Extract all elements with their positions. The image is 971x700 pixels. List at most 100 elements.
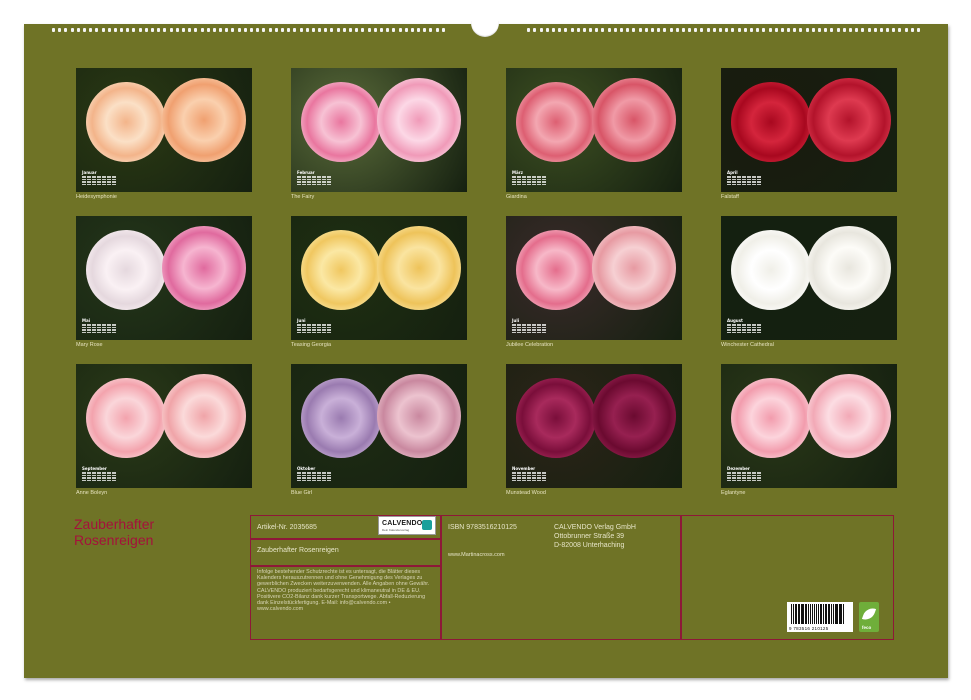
calendar-subtitle: Zauberhafter Rosenreigen	[257, 547, 339, 554]
binding-ring	[219, 28, 223, 32]
calendar-day	[307, 331, 311, 333]
binding-ring	[144, 28, 148, 32]
month-name: April	[727, 170, 738, 175]
calendar-day	[82, 477, 86, 479]
calendar-day	[732, 326, 736, 328]
calendar-day	[727, 472, 731, 474]
calendar-day	[757, 331, 761, 333]
rose-flower	[731, 82, 811, 162]
rose-flower	[162, 374, 246, 458]
mini-calendar: September	[82, 466, 116, 484]
calendar-day	[512, 326, 516, 328]
divider-4	[250, 565, 441, 567]
rose-caption: Mary Rose	[76, 342, 103, 348]
binding-ring	[873, 28, 877, 32]
binding-ring	[120, 28, 124, 32]
calendar-day	[757, 474, 761, 476]
calendar-day	[312, 479, 316, 481]
binding-ring	[293, 28, 297, 32]
binding-ring	[527, 28, 531, 32]
binding-ring	[330, 28, 334, 32]
calendar-day-grid	[297, 324, 331, 333]
binding-ring	[169, 28, 173, 32]
barcode-bar	[796, 604, 797, 624]
rose-caption: Heidesymphonie	[76, 194, 117, 200]
binding-ring	[638, 28, 642, 32]
calendar-day	[107, 324, 111, 326]
calendar-day	[322, 329, 326, 331]
barcode-number: 9 783516 210125	[789, 626, 829, 631]
calendar-day	[302, 331, 306, 333]
mini-calendar: Juni	[297, 318, 331, 336]
month-name: Oktober	[297, 466, 316, 471]
calendar-day	[102, 183, 106, 185]
calendar-day	[87, 331, 91, 333]
calendar-day	[522, 331, 526, 333]
calendar-day	[102, 477, 106, 479]
divider-1	[440, 515, 442, 640]
calendar-day	[527, 331, 531, 333]
binding-ring	[904, 28, 908, 32]
calendar-day	[92, 331, 96, 333]
calendar-day	[112, 477, 116, 479]
rose-caption: Winchester Cathedral	[721, 342, 774, 348]
barcode-bar	[807, 604, 809, 624]
calendar-day	[312, 183, 316, 185]
month-name: September	[82, 466, 107, 471]
calendar-day	[747, 181, 751, 183]
calendar-day	[757, 479, 761, 481]
calendar-day	[92, 472, 96, 474]
rose-flower	[301, 378, 381, 458]
binding-ring	[194, 28, 198, 32]
calendar-day	[102, 176, 106, 178]
calendar-day-grid	[727, 472, 761, 481]
binding-ring	[848, 28, 852, 32]
calendar-day	[297, 472, 301, 474]
binding-ring	[250, 28, 253, 32]
rose-flower	[86, 378, 166, 458]
binding-ring	[787, 28, 791, 32]
calendar-day	[517, 326, 521, 328]
rose-flower	[592, 374, 676, 458]
rose-flower	[86, 230, 166, 310]
calendar-day-grid	[82, 472, 116, 481]
calendar-day	[542, 326, 546, 328]
binding-ring	[545, 28, 549, 32]
binding-ring	[200, 28, 204, 32]
binding-ring	[898, 28, 902, 32]
calendar-day	[747, 326, 751, 328]
calendar-day	[542, 176, 546, 178]
binding-ring	[373, 28, 377, 32]
calendar-day	[537, 181, 541, 183]
calendar-day	[97, 176, 101, 178]
calendar-day	[302, 472, 306, 474]
calendar-day	[327, 477, 331, 479]
binding-ring	[582, 28, 586, 32]
calendar-day-grid	[512, 472, 546, 481]
calendar-day	[92, 329, 96, 331]
rose-caption: Falstaff	[721, 194, 739, 200]
calendar-day	[512, 324, 516, 326]
calendar-day	[747, 479, 751, 481]
binding-ring	[799, 28, 803, 32]
rose-flower	[592, 78, 676, 162]
rose-flower	[301, 82, 381, 162]
calendar-day	[732, 479, 736, 481]
month-thumbnail: Dezember	[721, 364, 897, 488]
calendar-day	[297, 183, 301, 185]
calendar-day	[747, 178, 751, 180]
calendar-day	[747, 477, 751, 479]
calendar-day-grid	[512, 176, 546, 185]
calendar-day	[97, 183, 101, 185]
calendar-day	[512, 472, 516, 474]
barcode-bar	[800, 604, 802, 624]
title-line-2: Rosenreigen	[74, 532, 154, 548]
calendar-day	[512, 477, 516, 479]
calendar-day	[522, 472, 526, 474]
calendar-day	[322, 331, 326, 333]
binding-ring	[743, 28, 747, 32]
calendar-day	[92, 178, 96, 180]
calendar-day	[747, 474, 751, 476]
calendar-day	[307, 472, 311, 474]
calvendo-logo: CALVENDO Dein Kalenderverlag	[378, 516, 436, 535]
